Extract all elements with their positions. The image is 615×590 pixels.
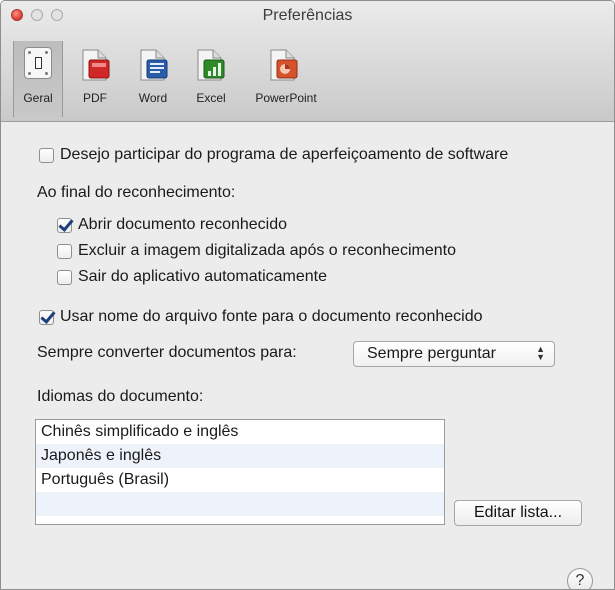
quit-app-label: Sair do aplicativo automaticamente	[78, 268, 328, 285]
use-source-name-option[interactable]: Usar nome do arquivo fonte para o docume…	[39, 308, 482, 326]
list-item-empty	[36, 492, 444, 516]
languages-list[interactable]: Chinês simplificado e inglês Japonês e i…	[35, 419, 445, 525]
open-document-option[interactable]: Abrir documento reconhecido	[57, 216, 287, 234]
improvement-program-checkbox[interactable]	[39, 147, 54, 163]
use-source-name-label: Usar nome do arquivo fonte para o docume…	[60, 308, 483, 325]
tab-geral-label: Geral	[23, 91, 53, 105]
tab-word[interactable]: Word	[131, 41, 175, 113]
excel-document-icon	[197, 49, 225, 81]
open-document-checkbox[interactable]	[57, 217, 72, 233]
after-recognition-heading: Ao final do reconhecimento:	[37, 184, 236, 201]
quit-app-option[interactable]: Sair do aplicativo automaticamente	[57, 268, 327, 286]
open-document-label: Abrir documento reconhecido	[78, 216, 288, 233]
convert-label: Sempre converter documentos para:	[37, 344, 297, 361]
languages-heading: Idiomas do documento:	[37, 388, 204, 405]
tab-powerpoint-label: PowerPoint	[255, 91, 317, 105]
tab-word-label: Word	[138, 91, 168, 105]
general-switch-icon	[24, 47, 52, 79]
delete-image-checkbox[interactable]	[57, 243, 72, 259]
pdf-document-icon	[82, 49, 110, 81]
general-settings-panel: Desejo participar do programa de aperfei…	[1, 122, 614, 589]
tab-powerpoint[interactable]: PowerPoint	[241, 41, 331, 113]
convert-format-select[interactable]: Sempre perguntar ▲ ▼	[353, 341, 555, 367]
convert-format-value: Sempre perguntar	[367, 345, 496, 362]
list-item[interactable]: Português (Brasil)	[36, 468, 444, 492]
tab-excel-label: Excel	[196, 91, 226, 105]
list-item[interactable]: Japonês e inglês	[36, 444, 444, 468]
quit-app-checkbox[interactable]	[57, 269, 72, 285]
delete-image-label: Excluir a imagem digitalizada após o rec…	[78, 242, 456, 259]
delete-image-option[interactable]: Excluir a imagem digitalizada após o rec…	[57, 242, 456, 260]
tab-pdf[interactable]: PDF	[75, 41, 115, 113]
improvement-program-option[interactable]: Desejo participar do programa de aperfei…	[39, 146, 508, 164]
tab-excel[interactable]: Excel	[188, 41, 234, 113]
edit-list-button[interactable]: Editar lista...	[454, 500, 582, 526]
window-title: Preferências	[262, 7, 353, 24]
improvement-program-label: Desejo participar do programa de aperfei…	[60, 146, 509, 163]
powerpoint-document-icon	[270, 49, 298, 81]
help-button[interactable]: ?	[567, 568, 593, 589]
tab-geral[interactable]: Geral	[13, 41, 63, 117]
tab-pdf-label: PDF	[83, 91, 107, 105]
select-arrows-icon: ▲ ▼	[536, 344, 545, 362]
use-source-name-checkbox[interactable]	[39, 309, 54, 325]
toolbar: Preferências Geral PDF Word Excel PowerP…	[1, 1, 614, 122]
word-document-icon	[140, 49, 168, 81]
list-item[interactable]: Chinês simplificado e inglês	[36, 420, 444, 444]
preferences-window: Preferências Geral PDF Word Excel PowerP…	[0, 0, 615, 590]
